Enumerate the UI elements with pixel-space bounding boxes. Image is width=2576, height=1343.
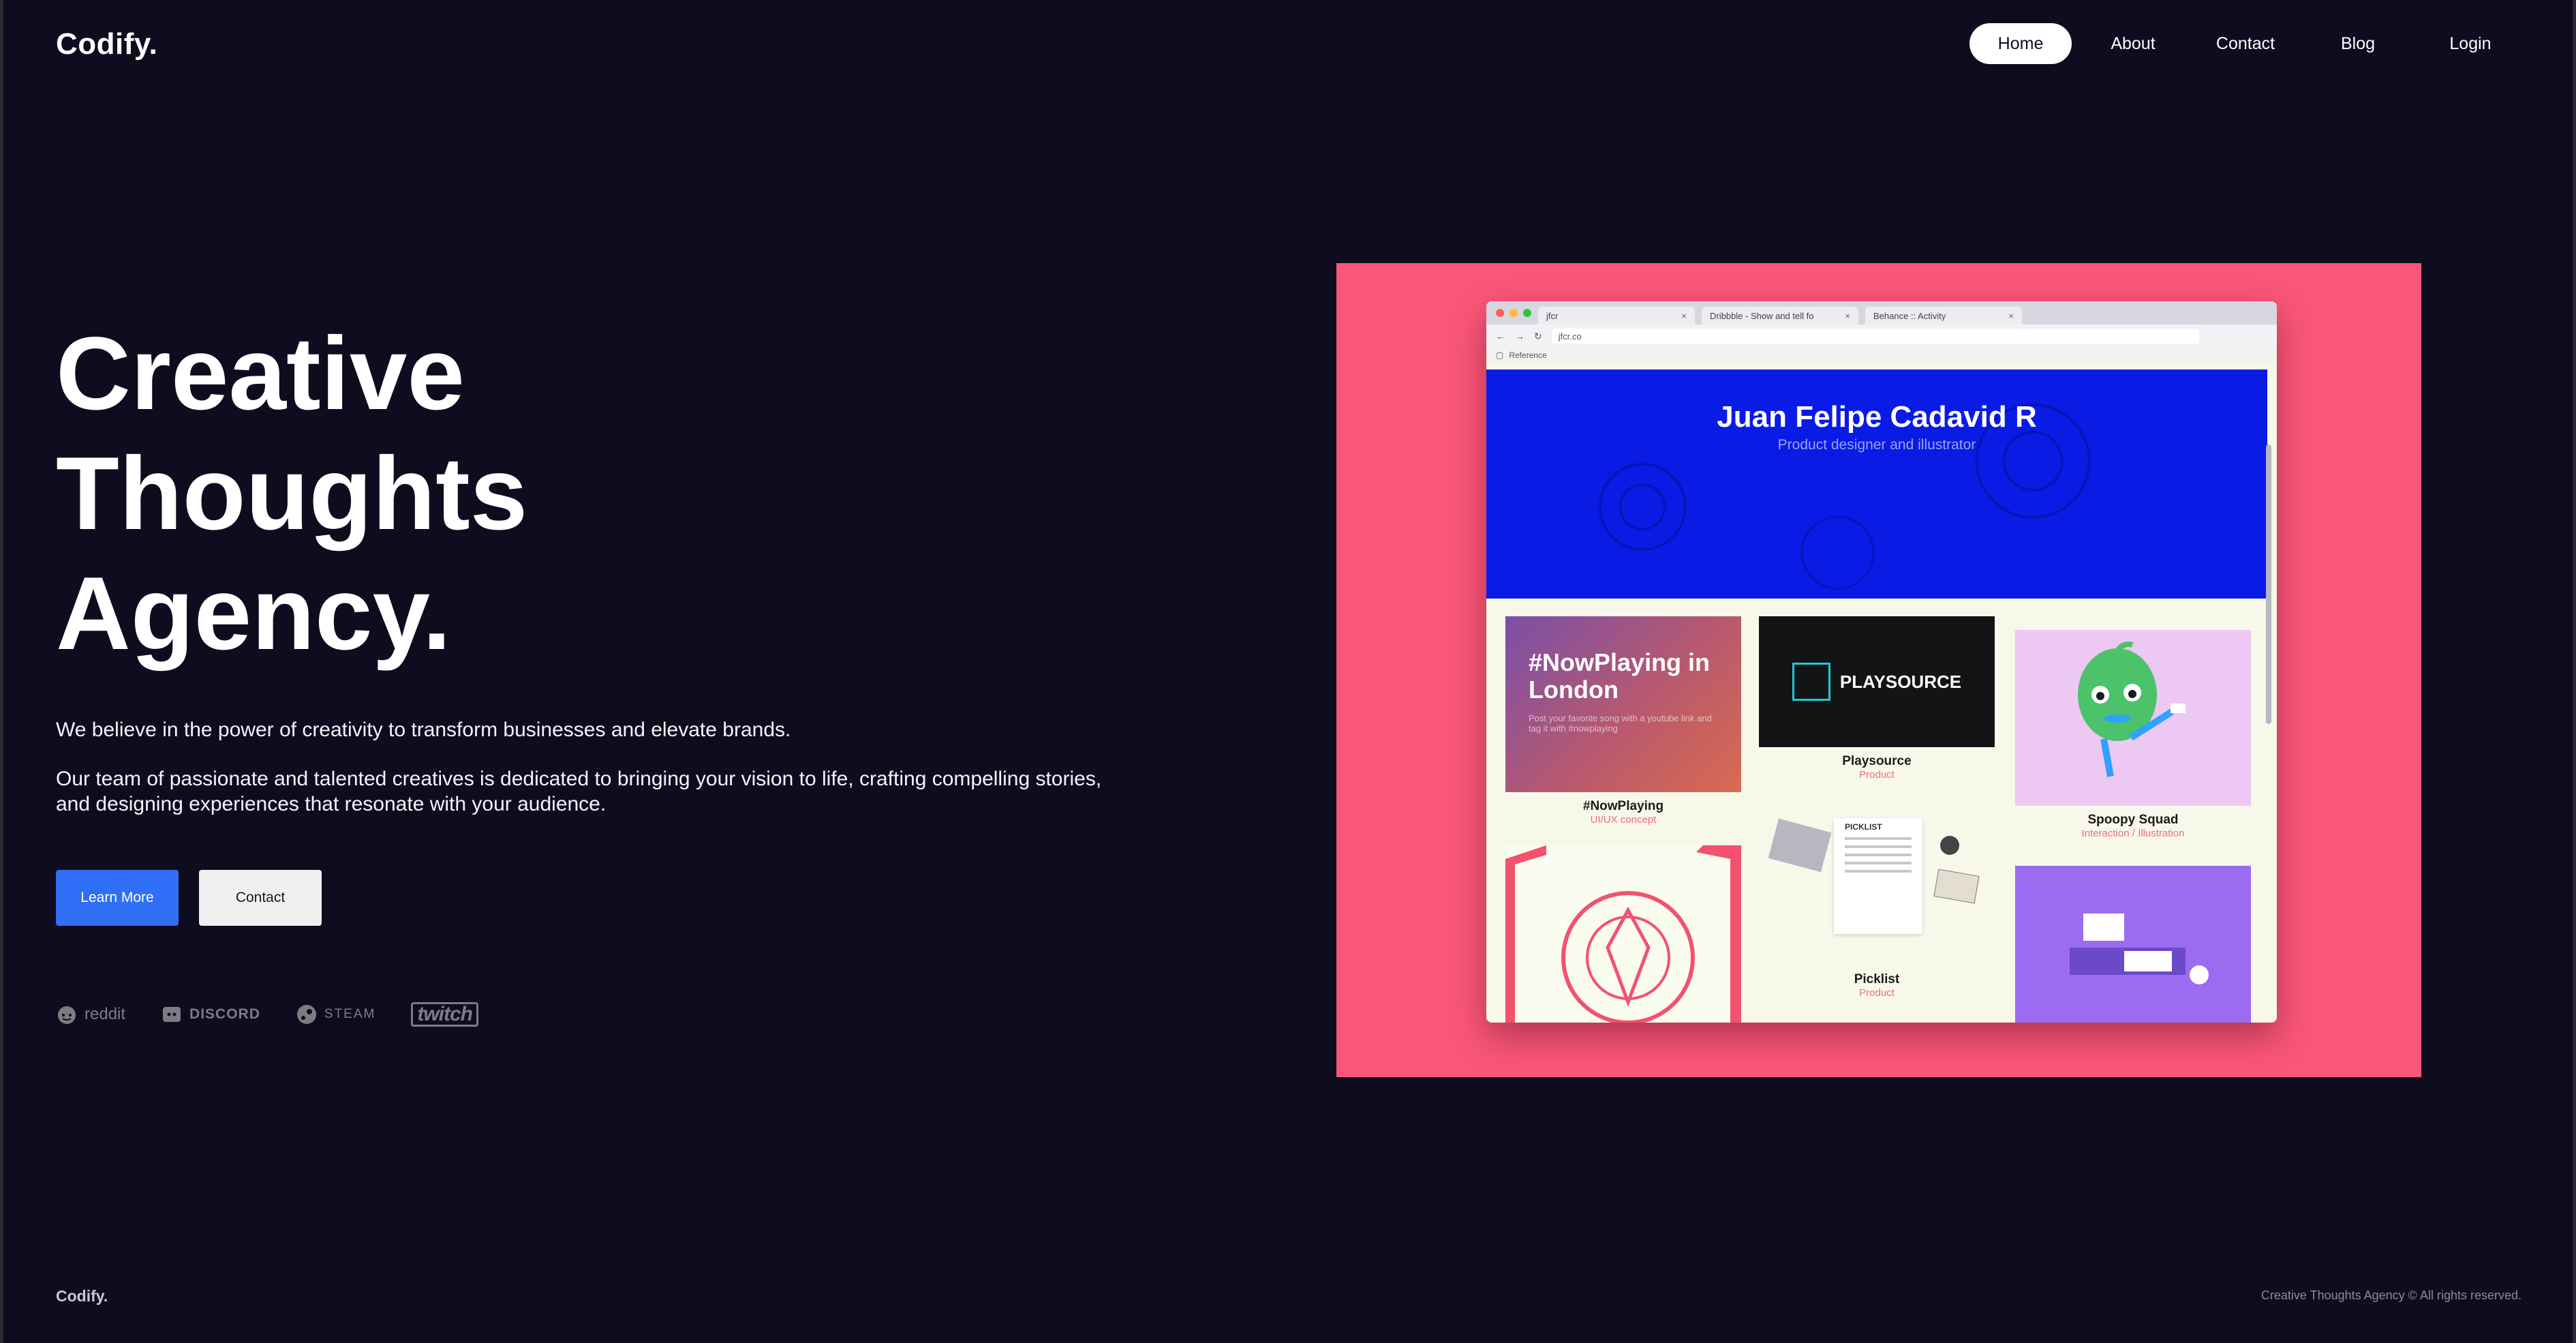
site-logo[interactable]: Codify. [56,27,157,61]
playsource-logo-icon [1792,663,1830,701]
close-icon: × [2008,310,2014,321]
portfolio-card [2015,866,2251,1023]
nav-blog[interactable]: Blog [2307,23,2409,64]
browser-tab-label: jfcr [1546,310,1559,321]
discord-logo: DISCORD [161,1004,260,1025]
hero-paragraph-2: Our team of passionate and talented crea… [56,768,1102,815]
card-title: Playsource [1842,754,1912,768]
browser-tab: Dribbble - Show and tell fo × [1702,307,1858,325]
close-icon: × [1681,310,1687,321]
steam-icon [296,1005,316,1024]
card-image [1505,845,1741,1023]
close-dot-icon [1496,309,1504,317]
portfolio-card: #NowPlaying in London Post your favorite… [1505,616,1741,826]
profile-banner: Juan Felipe Cadavid R Product designer a… [1486,369,2267,599]
nav-contact[interactable]: Contact [2194,23,2297,64]
nav-login[interactable]: Login [2419,23,2521,64]
window-edge-left [0,0,3,1343]
close-icon: × [1845,310,1850,321]
footer-logo[interactable]: Codify. [56,1287,108,1306]
card-image [2015,866,2251,1023]
card-title: #NowPlaying [1582,799,1664,813]
discord-icon [163,1007,181,1022]
folder-icon: ▢ [1496,350,1504,360]
hero-description: We believe in the power of creativity to… [56,717,1133,841]
showcase-image: jfcr × Dribbble - Show and tell fo × Behan… [1336,263,2421,1077]
browser-tab-label: Dribbble - Show and tell fo [1710,310,1814,321]
card-subtitle: UI/UX concept [1590,814,1657,826]
reddit-logo: reddit [56,1004,125,1025]
card-image: #NowPlaying in London Post your favorite… [1505,616,1741,792]
forward-arrow-icon: → [1515,331,1524,342]
twitch-logo: twitch [411,1002,479,1027]
game-console-icon [2070,914,2209,984]
card-image: PICKLIST [1759,798,1995,965]
card-image [2015,630,2251,806]
stamp-illustration-icon [1505,845,1741,1023]
hero-title-line: Agency. [56,556,452,672]
card-title: Picklist [1854,972,1900,986]
hero-title: Creative Thoughts Agency. [56,314,669,674]
reload-icon: ↻ [1534,330,1542,342]
back-arrow-icon: ← [1496,331,1505,342]
profile-role: Product designer and illustrator [1777,437,1976,453]
discord-label: DISCORD [189,1006,260,1022]
browser-address-bar: ← → ↻ jfcr.co [1486,325,2277,348]
portfolio-card: PLAYSOURCE Playsource Product [1759,616,1995,781]
steam-label: STEAM [324,1007,376,1021]
desk-items-icon [1768,818,1980,904]
hero-title-line: Thoughts [56,436,528,552]
reddit-icon [58,1006,76,1024]
card-image-text: Post your favorite song with a youtube l… [1529,713,1712,734]
nav-home[interactable]: Home [1969,23,2072,64]
hero-title-line: Creative [56,316,465,432]
card-image-heading: #NowPlaying in London [1529,648,1711,704]
footer-copyright: Creative Thoughts Agency © All rights re… [2260,1288,2521,1302]
browser-bookmarks-bar: ▢ Reference [1486,348,2277,363]
steam-logo: STEAM [296,1004,375,1025]
hero-paragraph-1: We believe in the power of creativity to… [56,719,791,741]
maximize-dot-icon [1523,309,1531,317]
card-image-heading: PLAYSOURCE [1839,671,1962,692]
profile-name: Juan Felipe Cadavid R [1717,400,2037,434]
contact-button[interactable]: Contact [199,870,322,926]
nav-about[interactable]: About [2082,23,2184,64]
main-nav: Home About Contact Blog Login [1959,23,2521,64]
bookmark-label: Reference [1509,350,1547,360]
browser-tab: jfcr × [1538,307,1695,325]
twitch-label: twitch [411,1002,479,1027]
window-edge-right [2573,0,2576,1343]
reddit-label: reddit [85,1005,126,1023]
browser-tab-bar: jfcr × Dribbble - Show and tell fo × Behan… [1486,301,2277,325]
partner-logos: reddit DISCORD STEAM twitch [56,1002,479,1027]
learn-more-button[interactable]: Learn More [56,870,179,926]
browser-scrollbar [2266,444,2271,724]
portfolio-card: PICKLIST Picklist Product [1759,798,1995,999]
portfolio-card [1505,845,1741,1023]
portfolio-card: Spoopy Squad Interaction / Illustration [2015,630,2251,839]
browser-mockup: jfcr × Dribbble - Show and tell fo × Behan… [1486,301,2277,1023]
card-subtitle: Product [1859,769,1895,781]
card-subtitle: Product [1859,987,1895,999]
minimize-dot-icon [1509,309,1518,317]
card-title: Spoopy Squad [2087,813,2179,827]
ghost-character-icon [2078,642,2186,777]
window-controls [1496,309,1531,317]
browser-tab: Behance :: Activity × [1865,307,2022,325]
card-image: PLAYSOURCE [1759,616,1995,747]
browser-url: jfcr.co [1551,329,2199,344]
browser-tab-label: Behance :: Activity [1873,310,1946,321]
card-subtitle: Interaction / Illustration [2081,828,2185,839]
